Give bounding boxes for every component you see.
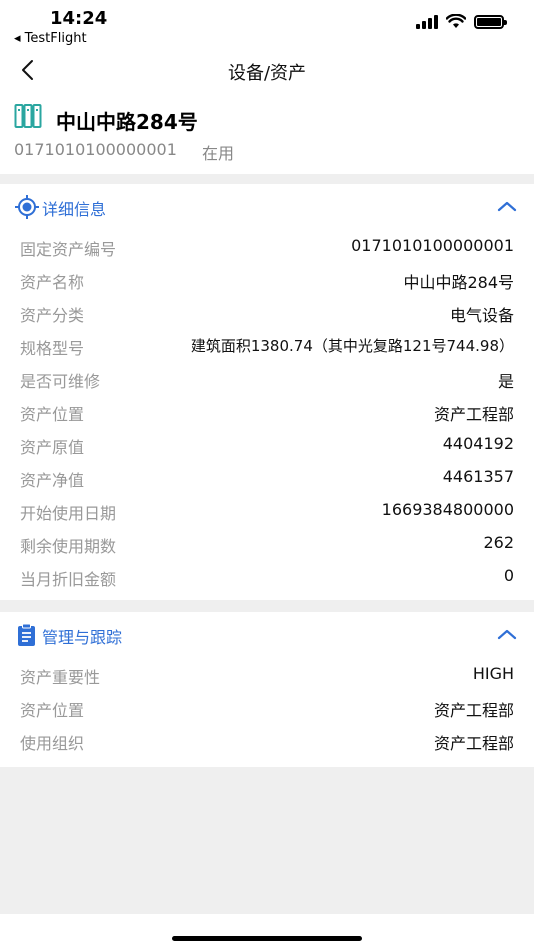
detail-section: 详细信息 固定资产编号 0171010100000001 资产名称 中山中路28… [0,184,534,600]
row-label: 剩余使用期数 [20,537,117,556]
status-time: 14:24 [50,8,108,29]
detail-row: 资产净值 4461357 [0,461,534,494]
detail-row: 规格型号 建筑面积1380.74（其中光复路121号744.98） [0,329,534,362]
row-value: 4404192 [442,434,514,453]
row-label: 资产分类 [20,306,85,325]
home-indicator[interactable] [172,936,362,941]
detail-row: 当月折旧金额 0 [0,560,534,593]
row-value: 4461357 [442,467,514,486]
row-value: 中山中路284号 [403,273,514,292]
detail-row: 资产分类 电气设备 [0,296,534,329]
manage-section-header[interactable]: 管理与跟踪 [0,612,534,658]
row-label: 当月折旧金额 [20,570,117,589]
battery-icon [474,14,507,29]
row-label: 使用组织 [20,734,85,753]
manage-row: 资产重要性 HIGH [0,658,534,691]
row-value: 资产工程部 [433,734,514,753]
row-value: 是 [497,372,514,391]
row-label: 开始使用日期 [20,504,117,523]
row-label: 资产名称 [20,273,85,292]
row-value: 建筑面积1380.74（其中光复路121号744.98） [190,337,514,355]
manage-section-title: 管理与跟踪 [42,628,123,647]
row-label: 固定资产编号 [20,240,117,259]
navigation-bar: 设备/资产 [0,50,534,92]
row-value: 电气设备 [449,306,514,325]
row-value: 1669384800000 [381,500,514,519]
asset-name: 中山中路284号 [56,110,198,134]
row-label: 是否可维修 [20,372,101,391]
manage-row: 资产位置 资产工程部 [0,691,534,724]
manage-section: 管理与跟踪 资产重要性 HIGH 资产位置 资产工程部 使用组织 资产工程部 [0,612,534,767]
detail-row: 剩余使用期数 262 [0,527,534,560]
detail-row: 资产原值 4404192 [0,428,534,461]
chevron-up-icon[interactable] [496,626,518,642]
asset-status: 在用 [202,144,235,163]
row-value: HIGH [472,664,514,683]
row-value: 262 [483,533,514,552]
row-value: 0171010100000001 [351,236,514,255]
row-value: 资产工程部 [433,701,514,720]
asset-code: 0171010100000001 [14,140,177,159]
detail-row: 资产位置 资产工程部 [0,395,534,428]
row-label: 资产净值 [20,471,85,490]
row-label: 资产位置 [20,701,85,720]
row-value: 资产工程部 [433,405,514,424]
wifi-icon [446,14,466,28]
status-icons [416,14,507,29]
detail-row: 资产名称 中山中路284号 [0,263,534,296]
detail-row: 开始使用日期 1669384800000 [0,494,534,527]
detail-section-header[interactable]: 详细信息 [0,184,534,230]
page-title: 设备/资产 [227,63,307,84]
detail-row: 是否可维修 是 [0,362,534,395]
row-value: 0 [503,566,514,585]
manage-row: 使用组织 资产工程部 [0,724,534,757]
row-label: 资产位置 [20,405,85,424]
detail-section-title: 详细信息 [42,200,107,219]
row-label: 资产原值 [20,438,85,457]
detail-row: 固定资产编号 0171010100000001 [0,230,534,263]
cellular-signal-icon [416,14,438,29]
asset-cabinet-icon [14,104,42,128]
row-label: 资产重要性 [20,668,101,687]
back-to-testflight-link[interactable]: ◂ TestFlight [14,31,87,46]
clipboard-icon [18,623,35,646]
status-bar: 14:24 ◂ TestFlight [0,0,534,50]
bottom-safe-area [0,914,534,950]
chevron-up-icon[interactable] [496,198,518,214]
row-label: 规格型号 [20,339,85,358]
target-icon [15,195,39,219]
asset-header: 中山中路284号 0171010100000001 在用 [0,92,534,174]
